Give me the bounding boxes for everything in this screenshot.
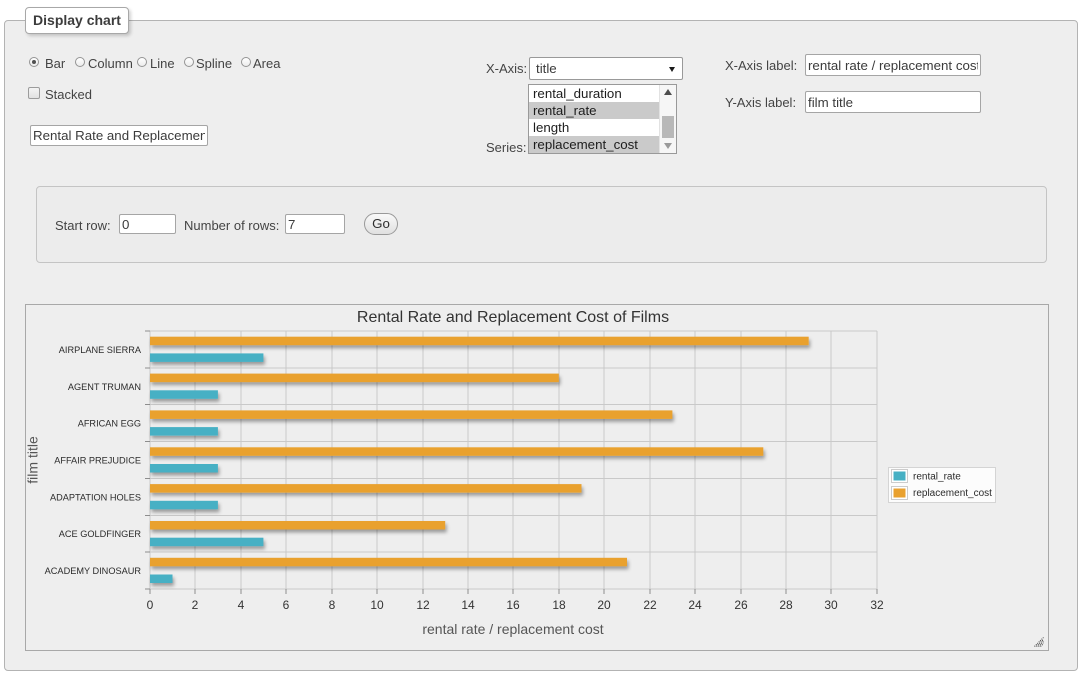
svg-text:ADAPTATION HOLES: ADAPTATION HOLES (50, 492, 141, 502)
svg-text:Rental Rate and Replacement Co: Rental Rate and Replacement Cost of Film… (357, 309, 669, 326)
svg-text:AFFAIR PREJUDICE: AFFAIR PREJUDICE (54, 456, 141, 466)
svg-text:18: 18 (552, 598, 566, 612)
svg-text:replacement_cost: replacement_cost (913, 488, 992, 499)
svg-text:8: 8 (329, 598, 336, 612)
svg-text:rental rate / replacement cost: rental rate / replacement cost (422, 621, 603, 637)
svg-text:2: 2 (192, 598, 199, 612)
svg-text:12: 12 (416, 598, 430, 612)
svg-text:26: 26 (734, 598, 748, 612)
svg-text:0: 0 (147, 598, 154, 612)
svg-text:22: 22 (643, 598, 657, 612)
svg-text:28: 28 (779, 598, 793, 612)
svg-text:AGENT TRUMAN: AGENT TRUMAN (68, 382, 141, 392)
svg-text:24: 24 (688, 598, 702, 612)
svg-text:AFRICAN EGG: AFRICAN EGG (78, 419, 141, 429)
svg-text:14: 14 (461, 598, 475, 612)
svg-text:32: 32 (870, 598, 884, 612)
svg-text:30: 30 (824, 598, 838, 612)
svg-text:AIRPLANE SIERRA: AIRPLANE SIERRA (59, 345, 142, 355)
svg-text:ACE GOLDFINGER: ACE GOLDFINGER (59, 529, 142, 539)
svg-text:10: 10 (370, 598, 384, 612)
svg-text:6: 6 (283, 598, 290, 612)
svg-text:film title: film title (25, 436, 41, 484)
svg-text:4: 4 (238, 598, 245, 612)
svg-text:20: 20 (597, 598, 611, 612)
svg-text:ACADEMY DINOSAUR: ACADEMY DINOSAUR (45, 566, 142, 576)
svg-text:rental_rate: rental_rate (913, 472, 961, 483)
svg-text:16: 16 (506, 598, 520, 612)
